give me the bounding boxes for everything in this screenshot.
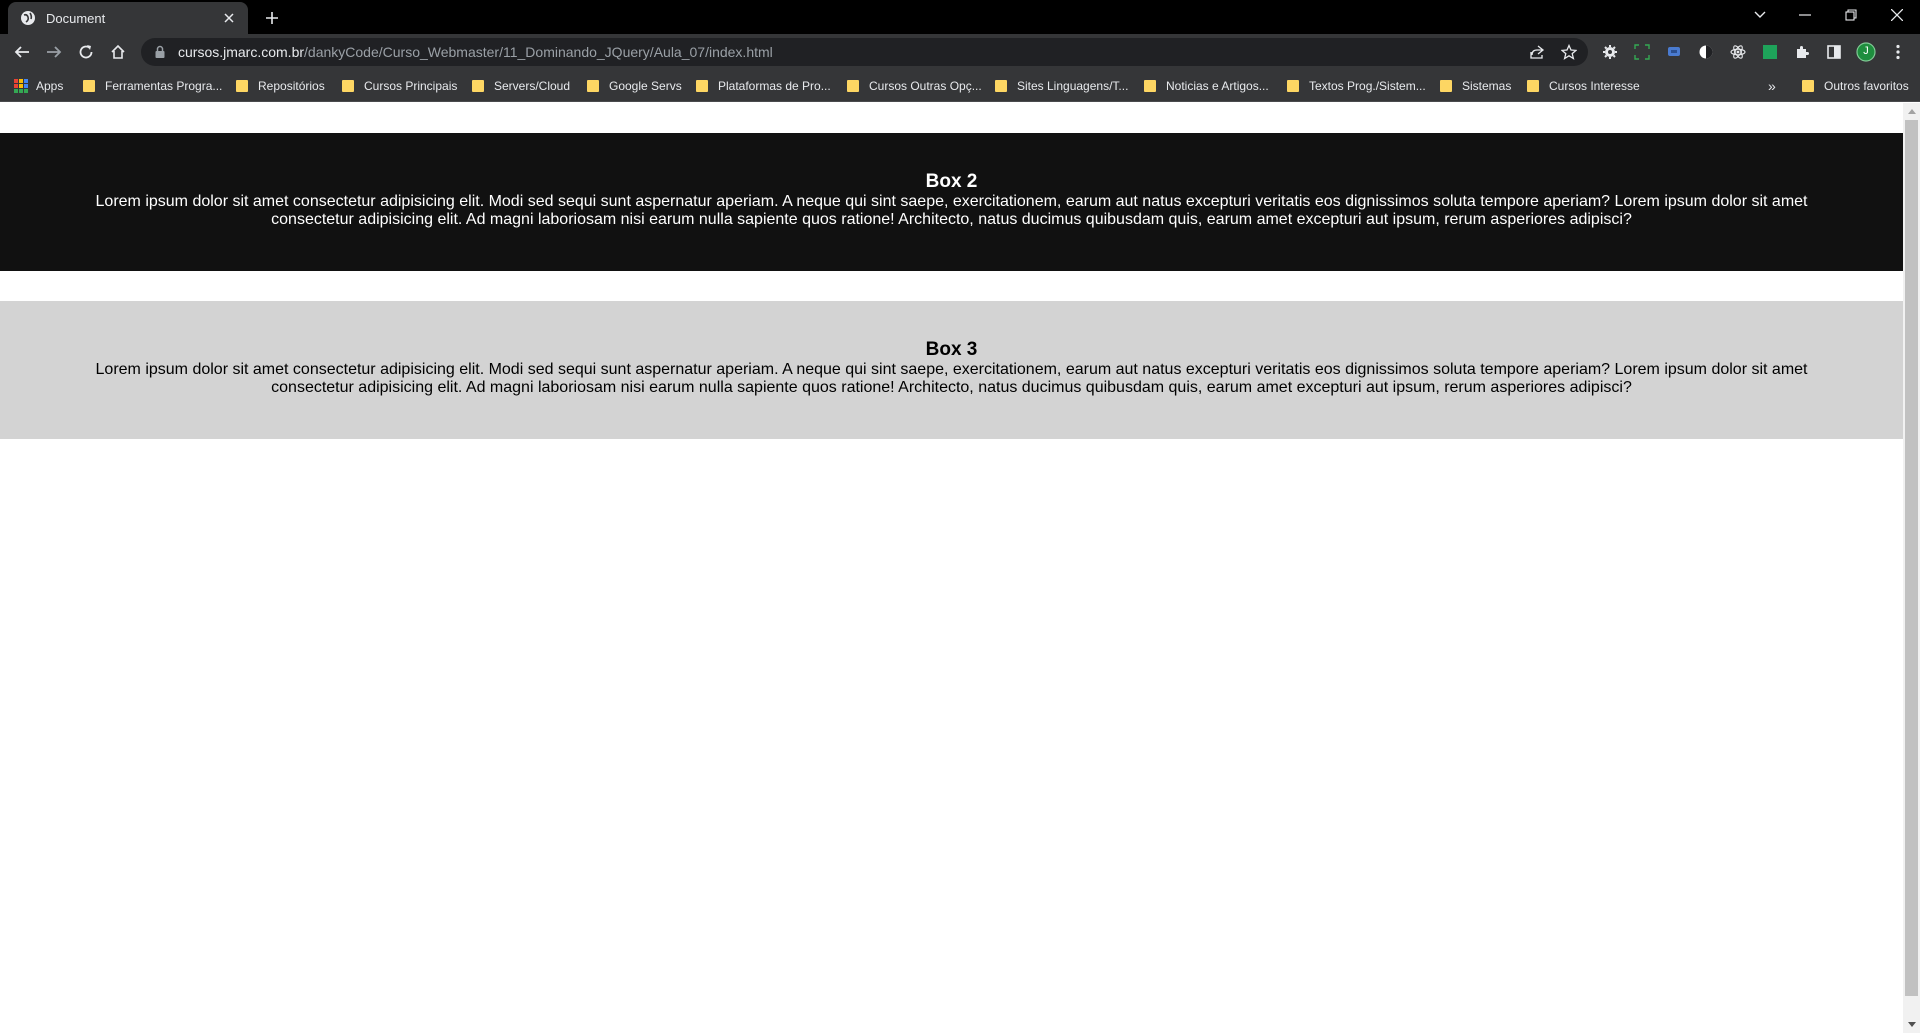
bookmark-folder[interactable]: Textos Prog./Sistem... — [1287, 78, 1426, 94]
dark-mode-icon[interactable] — [1696, 42, 1716, 62]
chevron-double-right-icon: » — [1768, 78, 1776, 94]
folder-icon — [995, 80, 1007, 92]
bookmark-folder[interactable]: Google Servs — [587, 78, 682, 94]
globe-icon — [20, 10, 36, 26]
bookmark-folder[interactable]: Servers/Cloud — [472, 78, 570, 94]
apps-grid-icon — [14, 79, 28, 93]
plus-icon — [266, 12, 278, 24]
arrow-right-icon — [47, 46, 62, 58]
bookmark-folder[interactable]: Cursos Interesse — [1527, 78, 1640, 94]
bookmark-folder[interactable]: Cursos Outras Opç... — [847, 78, 982, 94]
reload-button[interactable] — [72, 38, 100, 66]
lock-icon[interactable] — [153, 45, 167, 59]
arrow-left-icon — [14, 46, 29, 58]
box-3: Box 3 Lorem ipsum dolor sit amet consect… — [0, 301, 1903, 439]
bookmark-label: Plataformas de Pro... — [718, 79, 831, 93]
restore-icon — [1845, 9, 1857, 21]
screenshot-icon[interactable] — [1632, 42, 1652, 62]
bookmark-label: Sistemas — [1462, 79, 1512, 93]
bookmark-folder[interactable]: Plataformas de Pro... — [696, 78, 831, 94]
bookmark-label: Ferramentas Progra... — [105, 79, 223, 93]
folder-icon — [1287, 80, 1299, 92]
folder-icon — [1802, 80, 1814, 92]
minimize-icon — [1799, 14, 1811, 16]
bookmark-folder[interactable]: Noticias e Artigos... — [1144, 78, 1269, 94]
extension-green-icon[interactable] — [1760, 42, 1780, 62]
tab-strip: Document — [0, 0, 1920, 34]
bookmark-folder[interactable]: Repositórios — [236, 78, 325, 94]
bookmark-star-icon[interactable] — [1560, 43, 1578, 61]
folder-icon — [1440, 80, 1452, 92]
menu-dots-icon[interactable] — [1888, 42, 1908, 62]
other-bookmarks[interactable]: Outros favoritos — [1802, 78, 1909, 94]
folder-icon — [342, 80, 354, 92]
bookmarks-overflow-button[interactable]: » — [1768, 78, 1776, 94]
folder-icon — [472, 80, 484, 92]
url-text: cursos.jmarc.com.br/dankyCode/Curso_Webm… — [178, 44, 773, 60]
extension-blue-icon[interactable] — [1664, 42, 1684, 62]
minimize-button[interactable] — [1782, 0, 1828, 30]
bookmark-label: Noticias e Artigos... — [1166, 79, 1269, 93]
page-viewport: Box 2 Lorem ipsum dolor sit amet consect… — [0, 103, 1903, 1033]
folder-icon — [587, 80, 599, 92]
folder-icon — [696, 80, 708, 92]
vertical-scrollbar[interactable] — [1903, 103, 1920, 1033]
toolbar: cursos.jmarc.com.br/dankyCode/Curso_Webm… — [0, 34, 1920, 70]
avatar[interactable]: J — [1856, 42, 1876, 62]
tab-title: Document — [46, 10, 106, 26]
bookmark-folder[interactable]: Sites Linguagens/T... — [995, 78, 1128, 94]
avatar-initial: J — [1863, 45, 1869, 57]
bookmark-label: Textos Prog./Sistem... — [1309, 79, 1426, 93]
bookmark-label: Sites Linguagens/T... — [1017, 79, 1129, 93]
close-tab-icon[interactable] — [220, 9, 238, 27]
react-icon[interactable] — [1728, 42, 1748, 62]
folder-icon — [1144, 80, 1156, 92]
tab-search-button[interactable] — [1737, 0, 1783, 30]
other-bookmarks-label: Outros favoritos — [1824, 79, 1909, 93]
bookmark-folder[interactable]: Cursos Principais — [342, 78, 457, 94]
chevron-down-icon — [1754, 11, 1766, 18]
side-panel-icon[interactable] — [1824, 42, 1844, 62]
box-3-title: Box 3 — [925, 339, 978, 360]
folder-icon — [236, 80, 248, 92]
url-path: /dankyCode/Curso_Webmaster/11_Dominando_… — [304, 44, 773, 60]
home-button[interactable] — [104, 38, 132, 66]
bookmark-label: Servers/Cloud — [494, 79, 571, 93]
bookmark-label: Google Servs — [609, 79, 682, 93]
bookmark-label: Cursos Interesse — [1549, 79, 1640, 93]
scroll-down-icon[interactable] — [1903, 1016, 1920, 1033]
box-2-title: Box 2 — [925, 171, 978, 192]
folder-icon — [847, 80, 859, 92]
box-2: Box 2 Lorem ipsum dolor sit amet consect… — [0, 133, 1903, 271]
bookmark-apps[interactable]: Apps — [14, 78, 63, 94]
scroll-thumb[interactable] — [1905, 120, 1918, 996]
box-2-text: Lorem ipsum dolor sit amet consectetur a… — [95, 193, 1808, 228]
bookmark-label: Repositórios — [258, 79, 325, 93]
bookmarks-bar: Apps Ferramentas Progra... Repositórios … — [0, 70, 1920, 102]
forward-button[interactable] — [40, 38, 68, 66]
bookmark-label: Cursos Principais — [364, 79, 458, 93]
gear-icon[interactable] — [1600, 42, 1620, 62]
close-window-button[interactable] — [1874, 0, 1920, 30]
scroll-up-icon[interactable] — [1903, 103, 1920, 120]
new-tab-button[interactable] — [260, 6, 284, 30]
bookmark-folder[interactable]: Sistemas — [1440, 78, 1511, 94]
folder-icon — [83, 80, 95, 92]
tab-document[interactable]: Document — [8, 2, 248, 34]
back-button[interactable] — [8, 38, 36, 66]
share-icon[interactable] — [1528, 43, 1546, 61]
reload-icon — [79, 45, 93, 59]
puzzle-icon[interactable] — [1792, 42, 1812, 62]
box-3-text: Lorem ipsum dolor sit amet consectetur a… — [95, 361, 1808, 396]
folder-icon — [1527, 80, 1539, 92]
bookmark-folder[interactable]: Ferramentas Progra... — [83, 78, 222, 94]
bookmark-label: Apps — [36, 79, 64, 93]
address-bar[interactable]: cursos.jmarc.com.br/dankyCode/Curso_Webm… — [141, 38, 1588, 66]
home-icon — [111, 44, 125, 59]
bookmark-label: Cursos Outras Opç... — [869, 79, 982, 93]
url-host: cursos.jmarc.com.br — [178, 44, 305, 60]
restore-button[interactable] — [1828, 0, 1874, 30]
close-icon — [1891, 9, 1903, 21]
